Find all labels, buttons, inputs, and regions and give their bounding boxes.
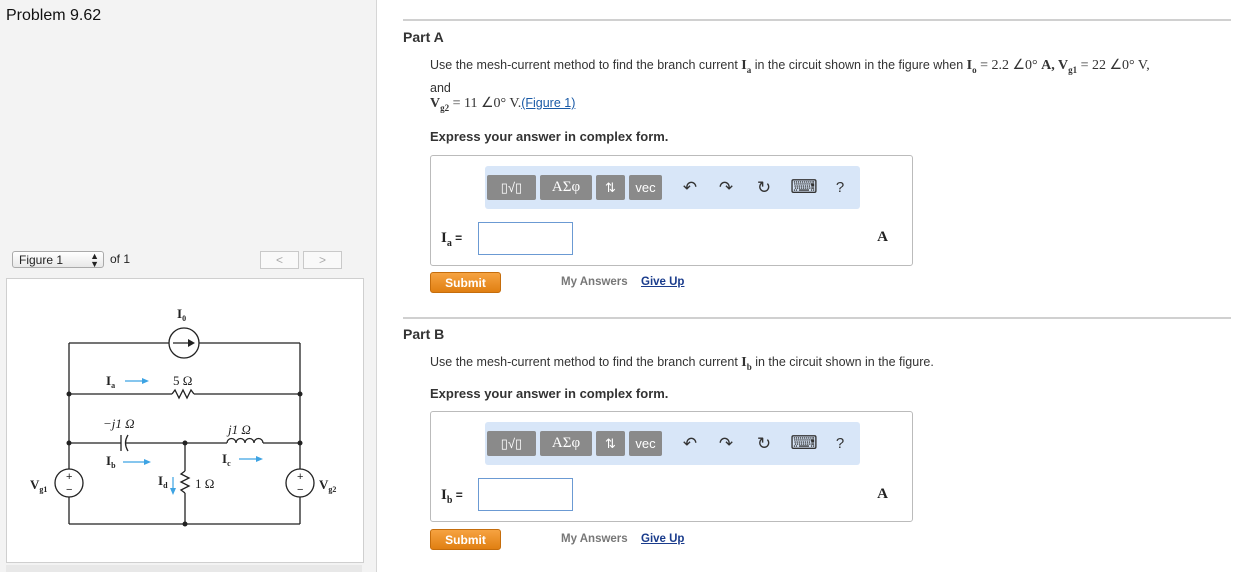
templates-button[interactable]: ▯√▯ [487,431,536,456]
label-Vg2: Vg2 [319,477,336,494]
figure-sidebar: Problem 9.62 Figure 1 ▲ ▼ of 1 < > I0 Ia… [0,0,377,572]
part-a-math-toolbar: ▯√▯ ΑΣφ ⇅ vec ↶ ↷ ↻ ⌨ ? [485,166,860,209]
redo-icon[interactable]: ↷ [715,175,737,200]
part-a-question-line3: Vg2 = 11 ∠0° V.(Figure 1) [430,96,576,113]
part-b-question: Use the mesh-current method to find the … [430,355,934,372]
figure-count: of 1 [110,252,131,266]
label-1ohm: 1 Ω [195,476,214,491]
part-b-answer-box: ▯√▯ ΑΣφ ⇅ vec ↶ ↷ ↻ ⌨ ? Ib = A [430,411,913,522]
part-a-question-and: and [430,81,451,95]
vg1-minus: − [66,484,72,496]
arrows-button[interactable]: ⇅ [596,431,625,456]
prev-figure-button[interactable]: < [260,251,299,269]
part-a-submit-button[interactable]: Submit [430,272,501,293]
undo-icon[interactable]: ↶ [679,431,701,456]
redo-icon[interactable]: ↷ [715,431,737,456]
templates-button[interactable]: ▯√▯ [487,175,536,200]
label-Ia: Ia [106,373,115,390]
part-a-express: Express your answer in complex form. [430,129,669,144]
part-b-give-up[interactable]: Give Up [641,533,684,545]
figure-panel-footer [6,565,362,572]
figure-navigation: Figure 1 ▲ ▼ of 1 < > [6,251,364,273]
figure-select[interactable]: Figure 1 ▲ ▼ [12,251,104,269]
part-a-answer-box: ▯√▯ ΑΣφ ⇅ vec ↶ ↷ ↻ ⌨ ? Ia = A [430,155,913,266]
part-b-math-toolbar: ▯√▯ ΑΣφ ⇅ vec ↶ ↷ ↻ ⌨ ? [485,422,860,465]
undo-icon[interactable]: ↶ [679,175,701,200]
vg2-plus: + [297,471,303,483]
vec-button[interactable]: vec [629,175,662,200]
label-cap: −j1 Ω [103,416,135,431]
help-icon[interactable]: ? [830,431,850,456]
part-a-my-answers[interactable]: My Answers [561,276,628,288]
reset-icon[interactable]: ↻ [753,431,775,456]
help-icon[interactable]: ? [830,175,850,200]
part-a-heading: Part A [403,29,444,45]
label-Ib: Ib [106,453,116,470]
part-b-submit-button[interactable]: Submit [430,529,501,550]
keyboard-icon[interactable]: ⌨ [790,175,818,200]
vg2-minus: − [297,484,303,496]
label-Io: I0 [177,306,186,323]
keyboard-icon[interactable]: ⌨ [790,431,818,456]
part-a-question: Use the mesh-current method to find the … [430,58,1150,75]
part-a-give-up[interactable]: Give Up [641,276,684,288]
reset-icon[interactable]: ↻ [753,175,775,200]
part-a-answer-input[interactable] [478,222,573,255]
label-ind: j1 Ω [226,422,251,437]
greek-button[interactable]: ΑΣφ [540,431,592,456]
label-Vg1: Vg1 [30,477,47,494]
label-5ohm: 5 Ω [173,373,192,388]
divider-mid [403,317,1231,319]
figure-select-value: Figure 1 [19,253,64,267]
part-b-answer-label: Ib = [441,487,463,506]
divider-top [403,19,1231,21]
label-Id: Id [158,473,168,490]
greek-button[interactable]: ΑΣφ [540,175,592,200]
figure-panel: I0 Ia Ib Ic Id 5 Ω −j1 Ω j1 Ω 1 Ω Vg1 Vg… [6,278,364,563]
part-b-answer-input[interactable] [478,478,573,511]
arrows-button[interactable]: ⇅ [596,175,625,200]
vec-button[interactable]: vec [629,431,662,456]
part-b-unit: A [877,486,888,502]
figure-1-link[interactable]: (Figure 1) [521,96,575,110]
label-Ic: Ic [222,451,231,468]
part-b-express: Express your answer in complex form. [430,386,669,401]
part-a-unit: A [877,229,888,245]
part-a-answer-label: Ia = [441,230,463,249]
circuit-diagram: I0 Ia Ib Ic Id 5 Ω −j1 Ω j1 Ω 1 Ω Vg1 Vg… [30,306,336,527]
problem-title: Problem 9.62 [6,7,102,24]
part-b-my-answers[interactable]: My Answers [561,533,628,545]
next-figure-button[interactable]: > [303,251,342,269]
select-arrows-icon: ▲ ▼ [90,251,99,269]
part-b-heading: Part B [403,326,445,342]
vg1-plus: + [66,471,72,483]
